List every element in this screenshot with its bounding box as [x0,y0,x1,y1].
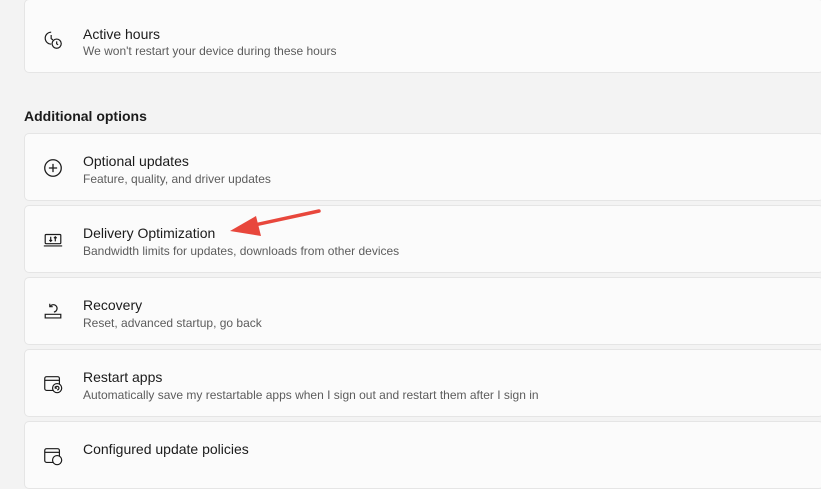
restart-apps-icon [41,372,65,396]
active-hours-description: We won't restart your device during thes… [83,44,337,58]
active-hours-icon [41,28,65,52]
delivery-optimization-title: Delivery Optimization [83,225,216,241]
delivery-optimization-icon [41,228,65,252]
delivery-optimization-card[interactable]: Delivery Optimization Bandwidth limits f… [24,205,821,273]
configured-update-policies-card[interactable]: Configured update policies [24,421,821,489]
optional-updates-description: Feature, quality, and driver updates [83,172,271,186]
active-hours-title: Active hours [83,26,161,42]
configured-update-policies-title: Configured update policies [83,441,249,457]
restart-apps-title: Restart apps [83,369,163,385]
plus-circle-icon [41,156,65,180]
active-hours-card[interactable]: Active hours We won't restart your devic… [24,0,821,73]
optional-updates-card[interactable]: Optional updates Feature, quality, and d… [24,133,821,201]
delivery-optimization-description: Bandwidth limits for updates, downloads … [83,244,400,258]
update-policies-icon [41,444,65,468]
recovery-card[interactable]: Recovery Reset, advanced startup, go bac… [24,277,821,345]
optional-updates-title: Optional updates [83,153,189,169]
recovery-icon [41,300,65,324]
section-heading-additional-options: Additional options [24,108,147,124]
restart-apps-description: Automatically save my restartable apps w… [83,388,539,402]
recovery-title: Recovery [83,297,143,313]
restart-apps-card[interactable]: Restart apps Automatically save my resta… [24,349,821,417]
recovery-description: Reset, advanced startup, go back [83,316,262,330]
